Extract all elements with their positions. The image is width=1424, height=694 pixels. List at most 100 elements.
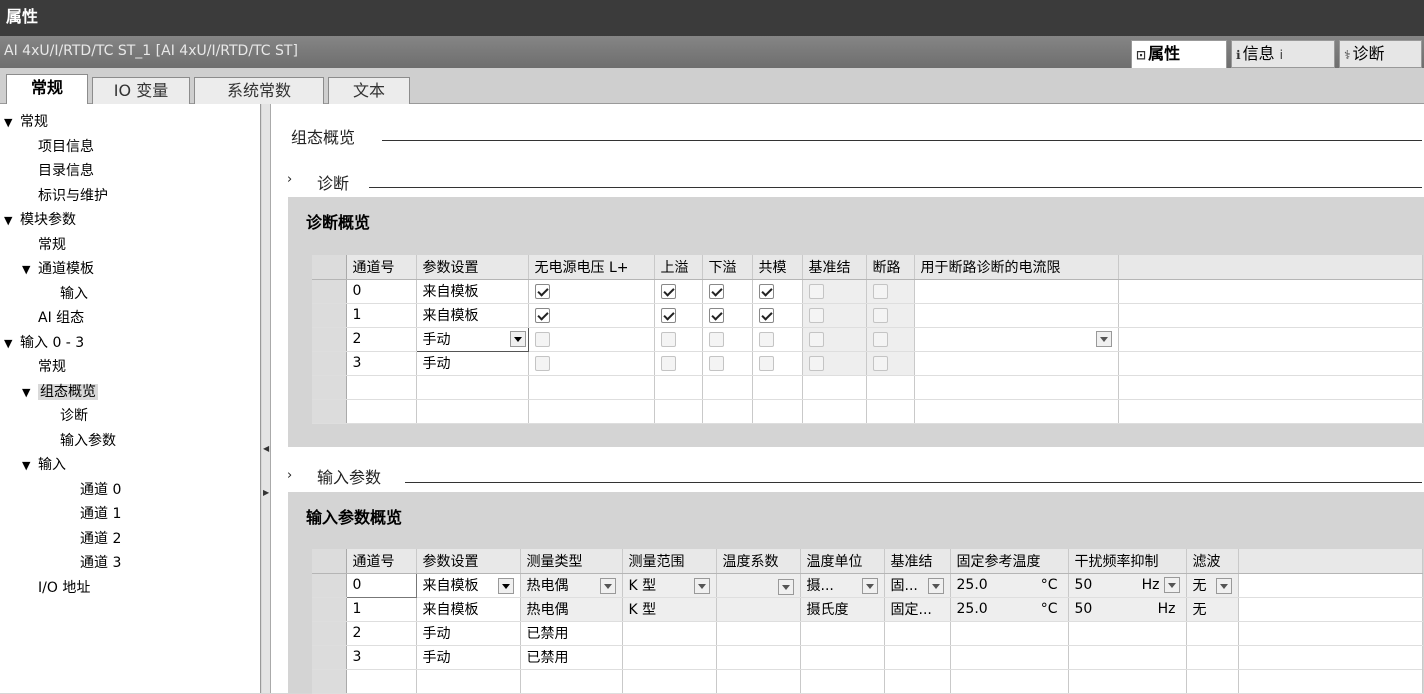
expand-arrow-icon[interactable]: ▼ (4, 209, 20, 233)
range-cell[interactable]: K 型 (622, 573, 717, 598)
checkbox[interactable] (660, 307, 676, 323)
collapse-left-icon[interactable]: ◀ (263, 444, 269, 453)
checkbox[interactable] (872, 355, 888, 371)
column-header[interactable]: 无电源电压 L+ (528, 255, 655, 280)
checkbox-cell[interactable] (654, 351, 703, 376)
column-header[interactable]: 下溢 (702, 255, 753, 280)
checkbox-cell[interactable] (654, 279, 703, 304)
tree-item[interactable]: ▼ 常规 (4, 110, 48, 134)
freq-cell[interactable]: 50 Hz (1068, 573, 1187, 598)
expand-input-params-icon[interactable]: › (287, 468, 292, 483)
checkbox[interactable] (708, 355, 724, 371)
tree-item[interactable]: 标识与维护 (38, 184, 108, 208)
checkbox[interactable] (534, 355, 550, 371)
tree-item[interactable]: 目录信息 (38, 159, 94, 183)
param-cell[interactable]: 手动 (416, 645, 521, 670)
dropdown-arrow-icon[interactable] (509, 330, 526, 347)
column-header[interactable]: 共模 (752, 255, 803, 280)
param-cell[interactable]: 来自模板 (416, 573, 521, 598)
channel-cell[interactable]: 2 (346, 621, 417, 646)
table-row[interactable]: 3 手动 (312, 351, 1423, 376)
checkbox-cell[interactable] (752, 327, 803, 352)
current-limit-cell[interactable] (914, 279, 1119, 304)
unit-cell[interactable] (800, 645, 885, 670)
channel-cell[interactable]: 0 (345, 572, 417, 598)
unit-cell[interactable]: 摄氏度 (800, 597, 885, 622)
column-header[interactable]: 固定参考温度 (950, 549, 1069, 574)
row-header[interactable] (312, 327, 347, 352)
ref-cell[interactable] (884, 621, 951, 646)
freq-cell[interactable] (1068, 621, 1187, 646)
expand-arrow-icon[interactable]: ▼ (4, 332, 20, 356)
param-cell[interactable]: 手动 (416, 621, 521, 646)
ref-cell[interactable] (884, 645, 951, 670)
range-cell[interactable] (622, 645, 717, 670)
tree-item[interactable]: 输入参数 (60, 429, 116, 453)
dropdown-arrow-icon[interactable] (693, 578, 710, 594)
coef-cell[interactable] (716, 573, 801, 598)
unit-cell[interactable]: 摄... (800, 573, 885, 598)
tree-item[interactable]: I/O 地址 (38, 576, 90, 600)
row-header[interactable] (312, 351, 347, 376)
tree-item[interactable]: ▼ 输入 0 - 3 (4, 331, 84, 355)
freq-cell[interactable] (1068, 645, 1187, 670)
temp-cell[interactable]: 25.0 °C (950, 597, 1069, 622)
tree-item[interactable]: 常规 (38, 355, 66, 379)
tree-item[interactable]: 项目信息 (38, 135, 94, 159)
temp-cell[interactable]: 25.0 °C (950, 573, 1069, 598)
range-cell[interactable] (622, 621, 717, 646)
dropdown-arrow-icon[interactable] (1163, 577, 1180, 593)
checkbox[interactable] (872, 307, 888, 323)
input-params-section-title[interactable]: 输入参数 (317, 464, 381, 488)
checkbox-cell[interactable] (654, 303, 703, 328)
filter-cell[interactable]: 无 (1186, 573, 1239, 598)
range-cell[interactable]: K 型 (622, 597, 717, 622)
checkbox[interactable] (534, 307, 550, 323)
checkbox[interactable] (708, 307, 724, 323)
expand-right-icon[interactable]: ▶ (263, 488, 269, 497)
filter-cell[interactable]: 无 (1186, 597, 1239, 622)
expand-diagnostics-icon[interactable]: › (287, 172, 292, 187)
tab-general[interactable]: 常规 (6, 74, 88, 105)
dropdown-arrow-icon[interactable] (777, 578, 794, 595)
current-limit-cell[interactable] (914, 303, 1119, 328)
column-header[interactable]: 干扰频率抑制 (1068, 549, 1187, 574)
checkbox-cell[interactable] (866, 351, 915, 376)
filter-cell[interactable] (1186, 621, 1239, 646)
tree-item[interactable]: 通道 2 (80, 527, 121, 551)
table-row[interactable]: 3 手动 已禁用 (312, 645, 1423, 670)
channel-cell[interactable]: 1 (346, 597, 417, 622)
table-row[interactable]: 0 来自模板 (312, 279, 1423, 304)
current-limit-cell[interactable] (914, 327, 1119, 352)
table-row[interactable]: 1 来自模板 (312, 303, 1423, 328)
dropdown-arrow-icon[interactable] (861, 578, 878, 594)
checkbox[interactable] (758, 355, 774, 371)
freq-cell[interactable]: 50 Hz (1068, 597, 1187, 622)
filter-cell[interactable] (1186, 645, 1239, 670)
checkbox[interactable] (534, 331, 550, 347)
row-header[interactable] (312, 645, 347, 670)
row-header[interactable] (312, 279, 347, 304)
expand-arrow-icon[interactable]: ▼ (22, 258, 38, 282)
checkbox-cell[interactable] (752, 303, 803, 328)
checkbox-cell[interactable] (654, 327, 703, 352)
checkbox-cell[interactable] (802, 303, 867, 328)
checkbox-cell[interactable] (752, 279, 803, 304)
checkbox-cell[interactable] (528, 327, 655, 352)
table-row[interactable]: 2 手动 已禁用 (312, 621, 1423, 646)
column-header[interactable]: 用于断路诊断的电流限 (914, 255, 1119, 280)
unit-cell[interactable] (800, 621, 885, 646)
param-setting-cell[interactable]: 来自模板 (416, 279, 529, 304)
checkbox[interactable] (758, 331, 774, 347)
checkbox-cell[interactable] (802, 351, 867, 376)
checkbox-cell[interactable] (528, 351, 655, 376)
table-row[interactable]: 0 来自模板 热电偶 K 型 摄... 固... 25.0 °C 50 Hz 无 (312, 572, 1423, 598)
tree-item[interactable]: ▼ 输入 (22, 453, 66, 477)
tab-texts[interactable]: 文本 (328, 77, 410, 104)
tab-io-tags[interactable]: IO 变量 (92, 77, 190, 104)
tree-item[interactable]: 通道 0 (80, 478, 121, 502)
param-cell[interactable]: 来自模板 (416, 597, 521, 622)
tab-system-constants[interactable]: 系统常数 (194, 77, 324, 104)
type-cell[interactable]: 已禁用 (520, 621, 623, 646)
checkbox[interactable] (808, 355, 824, 371)
